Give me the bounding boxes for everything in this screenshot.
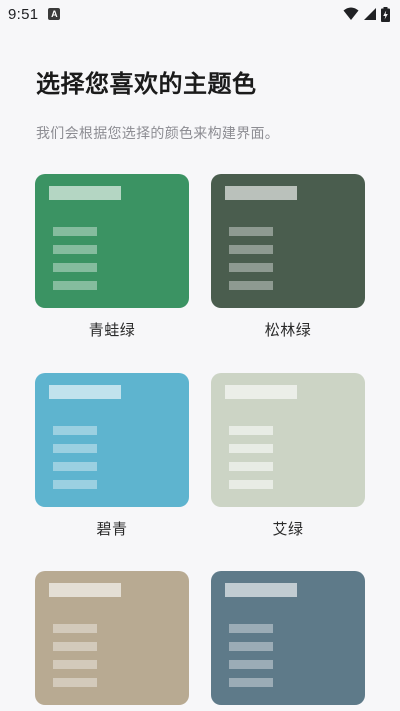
cell-signal-icon [364, 8, 376, 20]
preview-line [53, 480, 97, 489]
preview-line [53, 444, 97, 453]
preview-line [53, 426, 97, 435]
preview-line [53, 660, 97, 669]
clock: 9:51 [8, 5, 39, 23]
preview-line [229, 660, 273, 669]
preview-line [53, 281, 97, 290]
theme-preview-card[interactable] [35, 373, 189, 507]
theme-option-sage-green[interactable]: 艾绿 [211, 373, 365, 539]
theme-name: 松林绿 [264, 321, 312, 339]
theme-option-pine-green[interactable]: 松林绿 [211, 174, 365, 340]
battery-charging-icon [381, 6, 390, 22]
preview-header-bar [225, 385, 297, 399]
preview-line [53, 227, 97, 236]
theme-option-frog-green[interactable]: 青蛙绿 [35, 174, 189, 340]
theme-preview-card[interactable] [35, 174, 189, 308]
theme-option-slate-blue[interactable] [211, 571, 365, 705]
theme-preview-card[interactable] [35, 571, 189, 705]
page-title: 选择您喜欢的主题色 [36, 70, 257, 98]
preview-line [229, 678, 273, 687]
preview-line [229, 426, 273, 435]
status-right [343, 6, 390, 22]
theme-name: 艾绿 [272, 520, 304, 538]
preview-line [229, 624, 273, 633]
preview-line [229, 263, 273, 272]
preview-header-bar [49, 186, 121, 200]
notification-app-icon: A [48, 8, 61, 20]
theme-name: 青蛙绿 [88, 321, 136, 339]
preview-header-bar [225, 186, 297, 200]
preview-line [53, 462, 97, 471]
preview-line [229, 462, 273, 471]
status-left: 9:51 A [8, 5, 61, 23]
preview-line [53, 642, 97, 651]
preview-line [53, 245, 97, 254]
preview-line [229, 480, 273, 489]
preview-line [229, 245, 273, 254]
theme-option-azure[interactable]: 碧青 [35, 373, 189, 539]
preview-header-bar [49, 385, 121, 399]
theme-name: 碧青 [96, 520, 128, 538]
status-bar: 9:51 A [0, 0, 400, 28]
preview-line [53, 624, 97, 633]
preview-line [53, 263, 97, 272]
theme-preview-card[interactable] [211, 174, 365, 308]
preview-line [229, 642, 273, 651]
theme-preview-card[interactable] [211, 571, 365, 705]
preview-header-bar [225, 583, 297, 597]
preview-line [53, 678, 97, 687]
preview-header-bar [49, 583, 121, 597]
theme-preview-card[interactable] [211, 373, 365, 507]
preview-line [229, 444, 273, 453]
preview-line [229, 227, 273, 236]
page-subtitle: 我们会根据您选择的颜色来构建界面。 [36, 126, 280, 142]
theme-option-khaki[interactable] [35, 571, 189, 705]
preview-line [229, 281, 273, 290]
wifi-icon [343, 7, 359, 20]
